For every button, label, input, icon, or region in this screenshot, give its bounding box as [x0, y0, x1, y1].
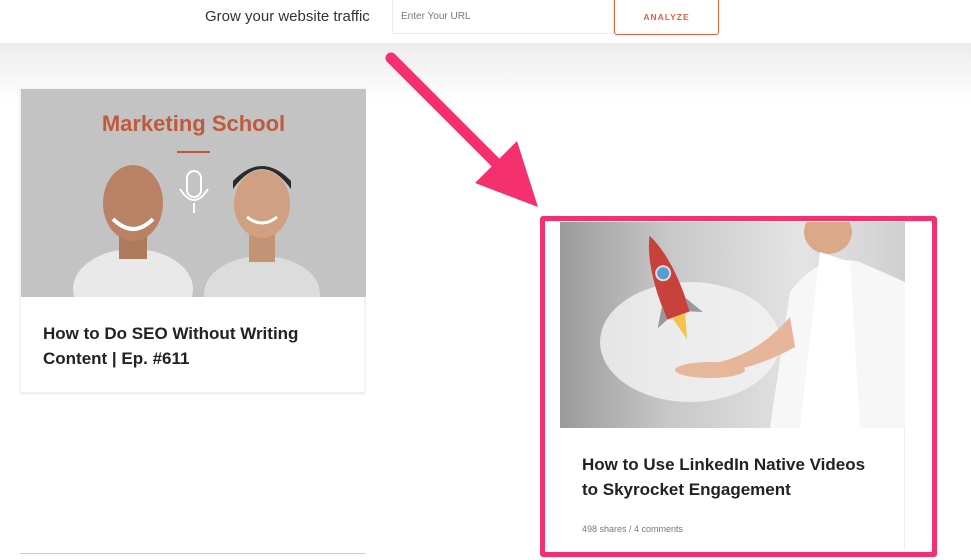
top-bar: Grow your website traffic ANALYZE	[0, 0, 971, 43]
divider	[20, 553, 365, 554]
post-thumbnail-marketing-school[interactable]: Marketing School	[21, 89, 366, 297]
post-title-line[interactable]: Content | Ep. #611	[43, 346, 343, 371]
hosts-illustration	[73, 165, 320, 297]
highlight-box	[540, 216, 937, 557]
url-input[interactable]	[392, 0, 614, 34]
analyze-button[interactable]: ANALYZE	[614, 0, 719, 35]
post-title[interactable]: How to Do SEO Without Writing Content | …	[43, 321, 343, 371]
post-title-line[interactable]: How to Do SEO Without Writing	[43, 321, 343, 346]
post-card-seo-without-content[interactable]: Marketing School How to Do SEO Without W…	[20, 88, 366, 393]
traffic-tagline: Grow your website traffic	[205, 8, 370, 25]
